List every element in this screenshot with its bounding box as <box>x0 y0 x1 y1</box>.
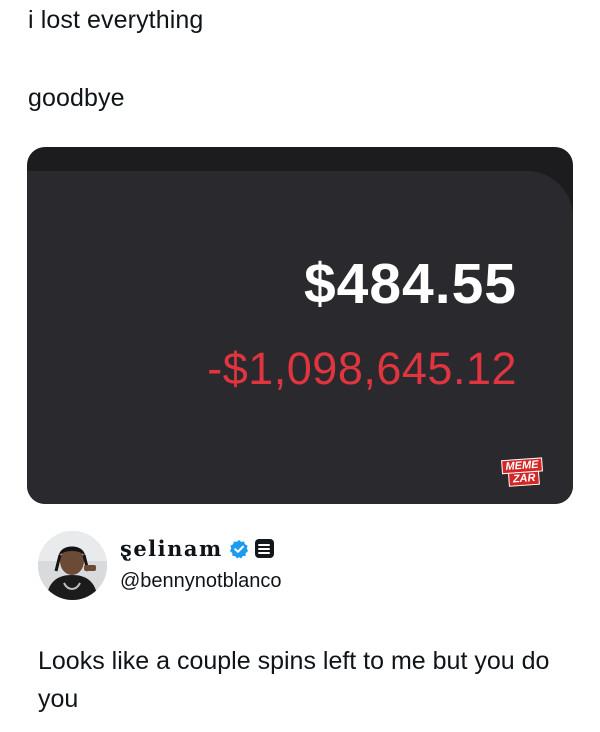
balance-change: -$1,098,645.12 <box>207 343 517 394</box>
user-handle[interactable]: @bennynotblanco <box>120 570 282 593</box>
reply-author[interactable]: ȿelinam <box>120 536 274 561</box>
watermark-line-2: ZAR <box>508 470 540 487</box>
balance-panel <box>27 171 573 504</box>
reply-text: Looks like a couple spins left to me but… <box>38 647 550 713</box>
verified-badge-icon <box>229 539 248 559</box>
balance-screenshot-card[interactable]: $484.55 -$1,098,645.12 MEME ZAR <box>27 147 573 504</box>
display-name[interactable]: ȿelinam <box>120 536 223 561</box>
post-text-line-2: goodbye <box>28 84 125 112</box>
avatar[interactable] <box>38 531 107 600</box>
memezar-watermark: MEME ZAR <box>496 457 544 487</box>
affiliate-badge-icon <box>254 539 274 558</box>
post-text-line-1: i lost everything <box>28 6 204 34</box>
balance-amount: $484.55 <box>303 252 517 316</box>
